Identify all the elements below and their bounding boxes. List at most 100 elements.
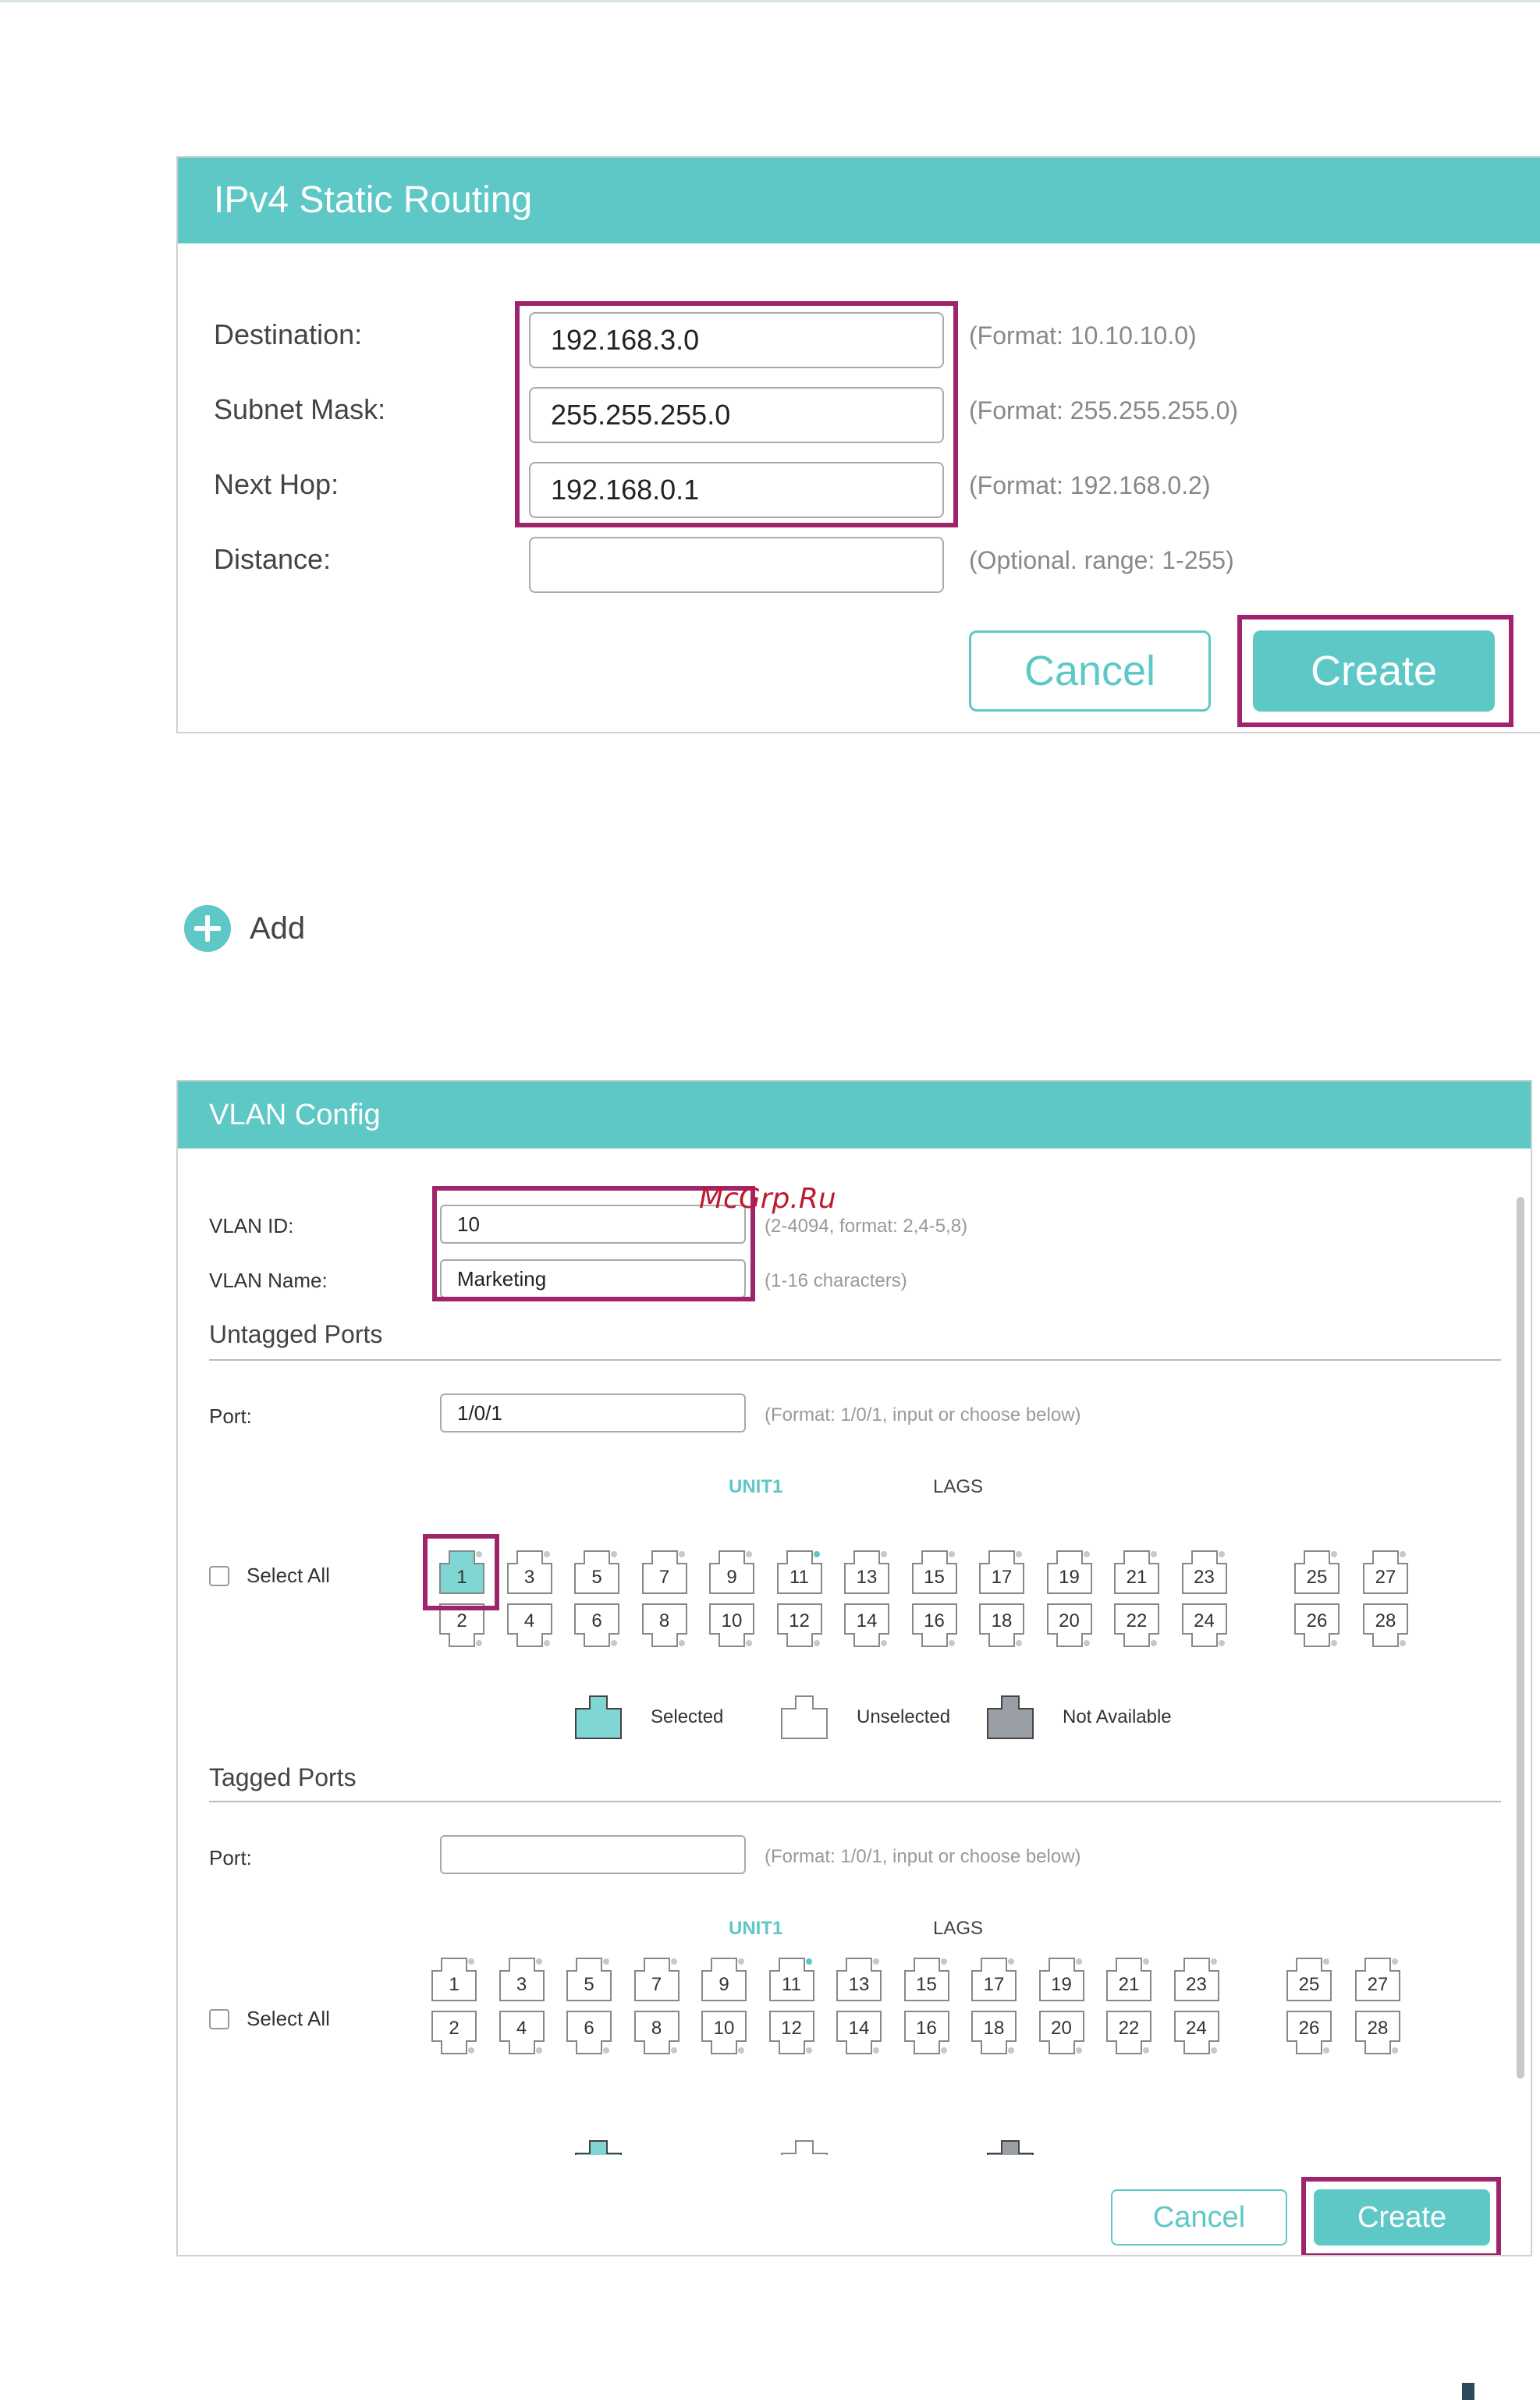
port-number: 3 [523, 1567, 535, 1588]
port-number: 17 [983, 1974, 1005, 1995]
port-9[interactable]: 9 [701, 1954, 747, 2002]
vlan-config-panel: VLAN Config VLAN ID: 10 (2-4094, format:… [176, 1080, 1532, 2256]
panel-title: IPv4 Static Routing [178, 158, 1540, 243]
port-25[interactable]: 25 [1293, 1546, 1340, 1595]
port-8[interactable]: 8 [633, 2010, 680, 2058]
port-17[interactable]: 17 [978, 1546, 1025, 1595]
port-7[interactable]: 7 [641, 1546, 688, 1595]
port-28[interactable]: 28 [1362, 1603, 1409, 1651]
port-21[interactable]: 21 [1113, 1546, 1160, 1595]
port-14[interactable]: 14 [836, 2010, 882, 2058]
port-8[interactable]: 8 [641, 1603, 688, 1651]
port-number: 16 [916, 2018, 937, 2039]
port-27[interactable]: 27 [1354, 1954, 1401, 2002]
port-18[interactable]: 18 [978, 1603, 1025, 1651]
create-highlight-box [1301, 2177, 1501, 2255]
port-12[interactable]: 12 [768, 2010, 815, 2058]
port-10[interactable]: 10 [701, 2010, 747, 2058]
port-26[interactable]: 26 [1286, 2010, 1332, 2058]
tagged-legend-unselected-partial [780, 2139, 829, 2155]
port-12[interactable]: 12 [776, 1603, 823, 1651]
port-26[interactable]: 26 [1293, 1603, 1340, 1651]
cancel-button[interactable]: Cancel [969, 630, 1211, 712]
tagged-unit-label: UNIT1 [729, 1918, 783, 1939]
port-6[interactable]: 6 [566, 2010, 612, 2058]
port-25[interactable]: 25 [1286, 1954, 1332, 2002]
port-15[interactable]: 15 [911, 1546, 958, 1595]
top-divider [0, 0, 1540, 2]
tagged-select-all[interactable]: Select All [209, 2007, 330, 2031]
port-22[interactable]: 22 [1105, 2010, 1152, 2058]
port-number: 7 [651, 1974, 662, 1995]
port-1-highlight-box [423, 1534, 499, 1610]
port-24[interactable]: 24 [1181, 1603, 1228, 1651]
port-9[interactable]: 9 [708, 1546, 755, 1595]
port-10[interactable]: 10 [708, 1603, 755, 1651]
port-4[interactable]: 4 [499, 2010, 545, 2058]
tagged-lags-label: LAGS [933, 1918, 984, 1939]
port-19[interactable]: 19 [1046, 1546, 1093, 1595]
port-14[interactable]: 14 [843, 1603, 890, 1651]
port-4[interactable]: 4 [506, 1603, 553, 1651]
port-24[interactable]: 24 [1173, 2010, 1220, 2058]
port-1[interactable]: 1 [431, 1954, 477, 2002]
distance-input[interactable] [529, 537, 944, 593]
port-18[interactable]: 18 [970, 2010, 1017, 2058]
inputs-highlight-box [515, 301, 958, 527]
untagged-port-input[interactable]: 1/0/1 [440, 1393, 746, 1433]
port-27[interactable]: 27 [1362, 1546, 1409, 1595]
port-number: 26 [1306, 1610, 1328, 1631]
tagged-port-hint: (Format: 1/0/1, input or choose below) [765, 1846, 1081, 1867]
port-5[interactable]: 5 [566, 1954, 612, 2002]
port-number: 10 [713, 2018, 735, 2039]
port-21[interactable]: 21 [1105, 1954, 1152, 2002]
port-22[interactable]: 22 [1113, 1603, 1160, 1651]
tagged-port-input[interactable] [440, 1835, 746, 1874]
add-label: Add [250, 911, 306, 946]
port-number: 14 [856, 1610, 878, 1631]
tagged-select-all-checkbox[interactable] [209, 2008, 229, 2029]
port-number: 22 [1118, 2018, 1140, 2039]
port-17[interactable]: 17 [970, 1954, 1017, 2002]
port-2[interactable]: 2 [431, 2010, 477, 2058]
port-16[interactable]: 16 [911, 1603, 958, 1651]
port-number: 4 [523, 1610, 535, 1631]
port-number: 5 [591, 1567, 602, 1588]
port-number: 25 [1306, 1567, 1328, 1588]
port-20[interactable]: 20 [1046, 1603, 1093, 1651]
add-button[interactable]: Add [184, 905, 305, 952]
legend-selected: Selected [574, 1695, 723, 1740]
port-5[interactable]: 5 [573, 1546, 620, 1595]
untagged-divider [209, 1359, 1501, 1361]
destination-label: Destination: [214, 318, 363, 350]
port-number: 9 [719, 1974, 729, 1995]
untagged-select-all[interactable]: Select All [209, 1564, 330, 1588]
port-11[interactable]: 11 [768, 1954, 815, 2002]
port-19[interactable]: 19 [1038, 1954, 1085, 2002]
tagged-legend-selected-partial [574, 2139, 623, 2155]
port-number: 19 [1051, 1974, 1072, 1995]
cancel-button[interactable]: Cancel [1111, 2189, 1287, 2246]
port-28[interactable]: 28 [1354, 2010, 1401, 2058]
port-13[interactable]: 13 [836, 1954, 882, 2002]
port-3[interactable]: 3 [506, 1546, 553, 1595]
vertical-scrollbar[interactable] [1517, 1197, 1524, 2079]
port-number: 25 [1298, 1974, 1320, 1995]
port-7[interactable]: 7 [633, 1954, 680, 2002]
port-11[interactable]: 11 [776, 1546, 823, 1595]
port-23[interactable]: 23 [1173, 1954, 1220, 2002]
next-hop-label: Next Hop: [214, 468, 339, 500]
port-number: 2 [449, 2018, 460, 2039]
untagged-select-all-checkbox[interactable] [209, 1565, 229, 1586]
port-3[interactable]: 3 [499, 1954, 545, 2002]
port-23[interactable]: 23 [1181, 1546, 1228, 1595]
port-number: 13 [848, 1974, 870, 1995]
port-number: 10 [721, 1610, 743, 1631]
port-20[interactable]: 20 [1038, 2010, 1085, 2058]
port-number: 3 [516, 1974, 527, 1995]
port-15[interactable]: 15 [903, 1954, 950, 2002]
port-number: 26 [1298, 2018, 1320, 2039]
port-6[interactable]: 6 [573, 1603, 620, 1651]
port-16[interactable]: 16 [903, 2010, 950, 2058]
port-13[interactable]: 13 [843, 1546, 890, 1595]
